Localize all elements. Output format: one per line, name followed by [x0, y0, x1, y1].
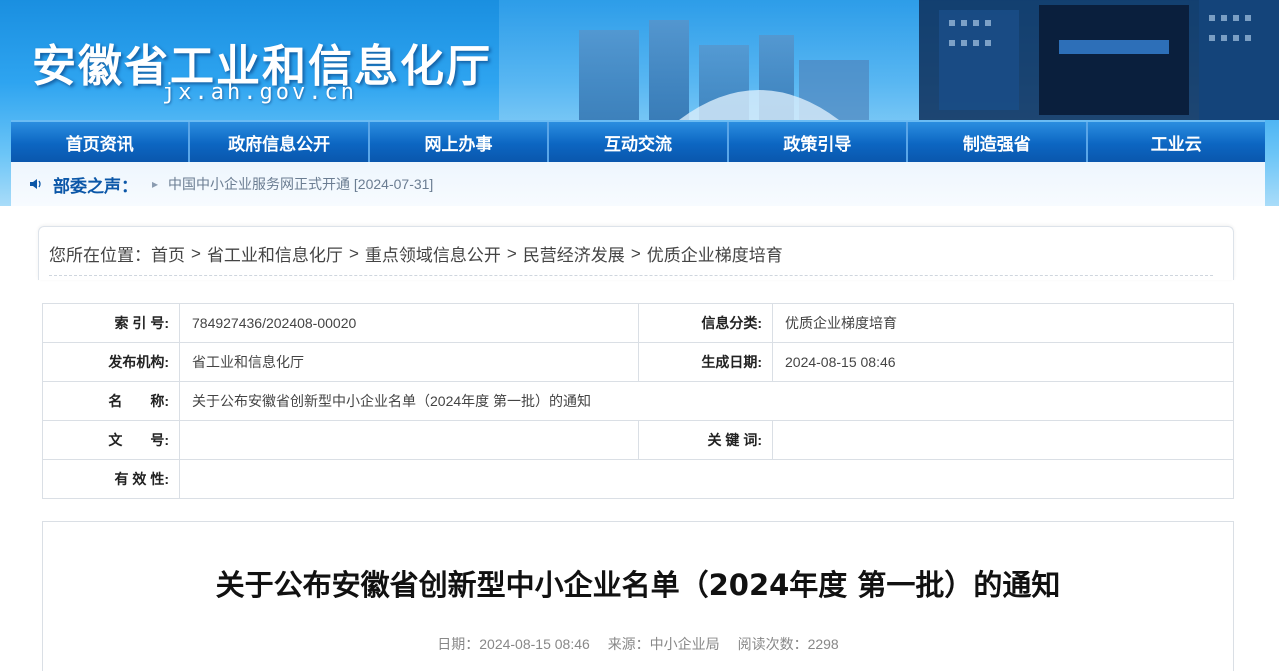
meta-docno-label: 文 号:	[42, 420, 180, 460]
table-row: 有 效 性:	[42, 459, 1234, 499]
breadcrumb-separator: >	[506, 243, 517, 263]
meta-publisher-value: 省工业和信息化厅	[179, 342, 639, 382]
breadcrumb-prefix: 您所在位置：	[49, 246, 151, 265]
main-nav: 首页资讯 政府信息公开 网上办事 互动交流 政策引导 制造强省 工业云	[11, 120, 1265, 162]
main-content: 您所在位置： 首页 > 省工业和信息化厅 > 重点领域信息公开 > 民营经济发展…	[11, 206, 1265, 671]
nav-item-policy[interactable]: 政策引导	[729, 122, 909, 162]
breadcrumb-separator: >	[630, 243, 641, 263]
table-row: 文 号: 关 键 词:	[42, 420, 1234, 460]
speaker-icon	[30, 179, 41, 189]
article-views: 阅读次数：2298	[737, 636, 839, 652]
article-meta: 日期：2024-08-15 08:46 来源：中小企业局 阅读次数：2298	[43, 634, 1233, 654]
site-domain: jx.ah.gov.cn	[162, 80, 357, 105]
article-source: 来源：中小企业局	[607, 636, 720, 652]
breadcrumb: 您所在位置： 首页 > 省工业和信息化厅 > 重点领域信息公开 > 民营经济发展…	[49, 241, 783, 266]
meta-validity-value	[179, 459, 1234, 499]
meta-validity-label: 有 效 性:	[42, 459, 180, 499]
chevron-right-icon: ▸	[152, 177, 159, 191]
nav-item-gov-info[interactable]: 政府信息公开	[190, 122, 370, 162]
nav-item-interaction[interactable]: 互动交流	[549, 122, 729, 162]
meta-name-label: 名 称:	[42, 381, 180, 421]
meta-index-label: 索 引 号:	[42, 303, 180, 343]
meta-index-value: 784927436/202408-00020	[179, 303, 639, 343]
meta-category-value: 优质企业梯度培育	[772, 303, 1234, 343]
breadcrumb-container: 您所在位置： 首页 > 省工业和信息化厅 > 重点领域信息公开 > 民营经济发展…	[38, 226, 1234, 280]
nav-item-home[interactable]: 首页资讯	[11, 122, 191, 162]
meta-name-value: 关于公布安徽省创新型中小企业名单（2024年度 第一批）的通知	[179, 381, 1234, 421]
table-row: 索 引 号: 784927436/202408-00020 信息分类: 优质企业…	[42, 303, 1234, 343]
breadcrumb-item-enterprise-cultivation[interactable]: 优质企业梯度培育	[647, 241, 783, 266]
meta-category-label: 信息分类:	[638, 303, 773, 343]
article-date: 日期：2024-08-15 08:46	[437, 636, 590, 652]
meta-keywords-label: 关 键 词:	[638, 420, 773, 460]
meta-keywords-value	[772, 420, 1234, 460]
notice-label: 部委之声：	[53, 176, 138, 196]
meta-publisher-label: 发布机构:	[42, 342, 180, 382]
document-meta-table: 索 引 号: 784927436/202408-00020 信息分类: 优质企业…	[42, 303, 1234, 499]
nav-item-industry-cloud[interactable]: 工业云	[1088, 122, 1265, 162]
meta-date-value: 2024-08-15 08:46	[772, 342, 1234, 382]
notice-link[interactable]: 中国中小企业服务网正式开通 [2024-07-31]	[168, 174, 433, 194]
breadcrumb-item-department[interactable]: 省工业和信息化厅	[207, 241, 343, 266]
city-skyline-graphic	[499, 0, 1279, 120]
meta-date-label: 生成日期:	[638, 342, 773, 382]
table-row: 发布机构: 省工业和信息化厅 生成日期: 2024-08-15 08:46	[42, 342, 1234, 382]
table-row: 名 称: 关于公布安徽省创新型中小企业名单（2024年度 第一批）的通知	[42, 381, 1234, 421]
breadcrumb-item-private-economy[interactable]: 民营经济发展	[523, 241, 625, 266]
breadcrumb-separator: >	[348, 243, 359, 263]
breadcrumb-divider	[49, 275, 1213, 276]
article-title: 关于公布安徽省创新型中小企业名单（2024年度 第一批）的通知	[215, 568, 1061, 602]
breadcrumb-item-home[interactable]: 首页	[151, 241, 185, 266]
meta-docno-value	[179, 420, 639, 460]
nav-item-online-service[interactable]: 网上办事	[370, 122, 550, 162]
article-container: 关于公布安徽省创新型中小企业名单（2024年度 第一批）的通知 日期：2024-…	[42, 521, 1234, 671]
breadcrumb-item-key-areas[interactable]: 重点领域信息公开	[365, 241, 501, 266]
notice-bar: 部委之声： ▸ 中国中小企业服务网正式开通 [2024-07-31]	[11, 162, 1265, 206]
breadcrumb-separator: >	[191, 243, 201, 263]
nav-item-manufacturing[interactable]: 制造强省	[908, 122, 1088, 162]
